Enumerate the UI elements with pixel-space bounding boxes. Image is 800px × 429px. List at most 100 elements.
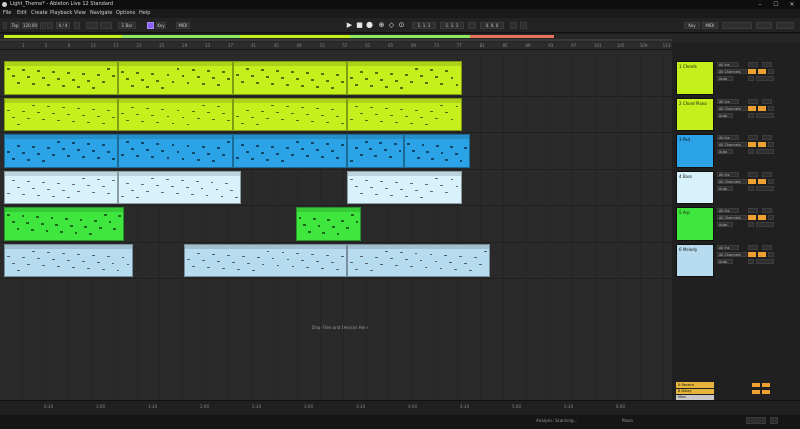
midi-clip[interactable] bbox=[404, 134, 471, 168]
menu-options[interactable]: Options bbox=[116, 10, 135, 16]
time-ruler-bottom[interactable] bbox=[0, 400, 800, 415]
clip-title-bar[interactable] bbox=[5, 171, 118, 176]
track-activator-button[interactable] bbox=[748, 69, 756, 74]
midi-clip[interactable] bbox=[347, 170, 462, 204]
pan-field[interactable] bbox=[762, 244, 772, 250]
track-header[interactable]: 6 Melody bbox=[676, 243, 714, 277]
menu-create[interactable]: Create bbox=[31, 10, 48, 16]
status-selector[interactable] bbox=[746, 417, 766, 424]
midi-clip[interactable] bbox=[347, 134, 405, 168]
clip-title-bar[interactable] bbox=[119, 62, 232, 66]
fold-button[interactable] bbox=[748, 76, 754, 81]
clip-title-bar[interactable] bbox=[233, 135, 347, 139]
solo-button[interactable] bbox=[758, 178, 766, 184]
solo-button[interactable] bbox=[758, 215, 766, 220]
pan-field[interactable] bbox=[762, 135, 772, 140]
track-name[interactable]: 2 Chord Piano bbox=[679, 101, 707, 106]
play-button[interactable]: ▶ bbox=[346, 21, 353, 29]
track-header[interactable]: 3 Pad bbox=[676, 134, 714, 168]
clip-title-bar[interactable] bbox=[5, 244, 132, 249]
volume-field[interactable] bbox=[748, 244, 758, 250]
automation-menu[interactable] bbox=[756, 112, 774, 118]
solo-button[interactable] bbox=[758, 105, 766, 111]
status-toggle[interactable] bbox=[770, 417, 778, 424]
loop-start-field[interactable]: 1. 1. 1 bbox=[440, 22, 464, 29]
track-name[interactable]: 6 Melody bbox=[679, 247, 697, 252]
track-header[interactable]: 2 Chord Piano bbox=[676, 97, 714, 131]
midi-clip[interactable] bbox=[347, 97, 462, 131]
key-map-mode[interactable]: Key bbox=[684, 22, 700, 29]
track-header[interactable]: 5 Arp bbox=[676, 207, 714, 241]
solo-button[interactable] bbox=[758, 251, 766, 257]
midi-clip[interactable] bbox=[184, 243, 348, 277]
monitor-menu[interactable]: Auto bbox=[717, 222, 733, 227]
monitor-menu[interactable]: Auto bbox=[717, 76, 733, 81]
track-activator-button[interactable] bbox=[748, 105, 756, 111]
input-type-menu[interactable]: All Ins bbox=[717, 171, 739, 177]
track-activator-button[interactable] bbox=[748, 251, 756, 257]
clip-title-bar[interactable] bbox=[405, 135, 470, 139]
monitor-menu[interactable]: Auto bbox=[717, 258, 733, 264]
arm-button[interactable] bbox=[768, 251, 774, 257]
metronome-button[interactable] bbox=[74, 22, 80, 29]
midi-clip[interactable] bbox=[232, 61, 348, 95]
track-activator-button[interactable] bbox=[748, 178, 756, 184]
clip-title-bar[interactable] bbox=[348, 244, 490, 249]
input-type-menu[interactable]: All Ins bbox=[717, 208, 739, 213]
clip-title-bar[interactable] bbox=[348, 62, 461, 66]
menu-file[interactable]: File bbox=[3, 10, 11, 16]
clip-title-bar[interactable] bbox=[233, 62, 347, 66]
input-type-menu[interactable]: All Ins bbox=[717, 244, 739, 250]
close-button[interactable]: ✕ bbox=[784, 0, 800, 9]
menu-view[interactable]: View bbox=[74, 10, 86, 16]
clip-title-bar[interactable] bbox=[348, 171, 461, 176]
arm-button[interactable] bbox=[768, 105, 774, 111]
midi-clip[interactable] bbox=[347, 61, 462, 95]
return-track-a[interactable]: A Reverb bbox=[676, 382, 714, 388]
midi-clip[interactable] bbox=[4, 207, 125, 241]
time-signature-field[interactable]: 4 / 4 bbox=[56, 22, 70, 29]
link-toggle[interactable] bbox=[3, 22, 7, 29]
tap-tempo-button[interactable]: Tap bbox=[10, 22, 20, 29]
return-b-solo[interactable] bbox=[762, 390, 770, 394]
menu-edit[interactable]: Edit bbox=[17, 10, 27, 16]
midi-clip[interactable] bbox=[118, 97, 233, 131]
draw-mode-button[interactable] bbox=[510, 22, 517, 29]
clip-title-bar[interactable] bbox=[119, 98, 232, 103]
return-a-activator[interactable] bbox=[752, 383, 760, 387]
menu-playback[interactable]: Playback bbox=[50, 10, 72, 16]
stop-button[interactable]: ■ bbox=[356, 21, 363, 29]
follow-button[interactable] bbox=[100, 22, 112, 29]
automation-menu[interactable] bbox=[756, 76, 774, 81]
midi-keyboard-button[interactable] bbox=[147, 22, 154, 29]
fold-button[interactable] bbox=[748, 149, 754, 154]
menu-navigate[interactable]: Navigate bbox=[90, 10, 112, 16]
loop-length-field[interactable]: 4. 0. 0 bbox=[480, 22, 504, 29]
input-type-menu[interactable]: All Ins bbox=[717, 135, 739, 140]
clip-title-bar[interactable] bbox=[348, 98, 461, 103]
track-activator-button[interactable] bbox=[748, 142, 756, 147]
volume-field[interactable] bbox=[748, 135, 758, 140]
input-channel-menu[interactable]: All Channels bbox=[717, 69, 747, 74]
automation-menu[interactable] bbox=[756, 185, 774, 191]
midi-clip[interactable] bbox=[4, 97, 119, 131]
monitor-menu[interactable]: Auto bbox=[717, 112, 733, 118]
midi-clip[interactable] bbox=[295, 207, 362, 241]
input-type-menu[interactable]: All Ins bbox=[717, 62, 739, 67]
arm-button[interactable] bbox=[768, 178, 774, 184]
solo-button[interactable] bbox=[758, 142, 766, 147]
clip-title-bar[interactable] bbox=[296, 208, 361, 212]
metronome-count-in[interactable]: 1 Bar bbox=[118, 22, 136, 29]
monitor-menu[interactable]: Auto bbox=[717, 149, 733, 154]
pan-field[interactable] bbox=[762, 62, 772, 67]
fold-button[interactable] bbox=[748, 222, 754, 227]
computer-keyboard-button[interactable] bbox=[520, 22, 527, 29]
midi-clip[interactable] bbox=[118, 170, 242, 204]
automation-menu[interactable] bbox=[756, 149, 774, 154]
midi-clip[interactable] bbox=[118, 134, 233, 168]
midi-clip[interactable] bbox=[232, 134, 348, 168]
volume-field[interactable] bbox=[748, 171, 758, 177]
midi-clip[interactable] bbox=[118, 61, 233, 95]
menu-help[interactable]: Help bbox=[139, 10, 150, 16]
midi-map-mode[interactable]: MIDI bbox=[702, 22, 718, 29]
